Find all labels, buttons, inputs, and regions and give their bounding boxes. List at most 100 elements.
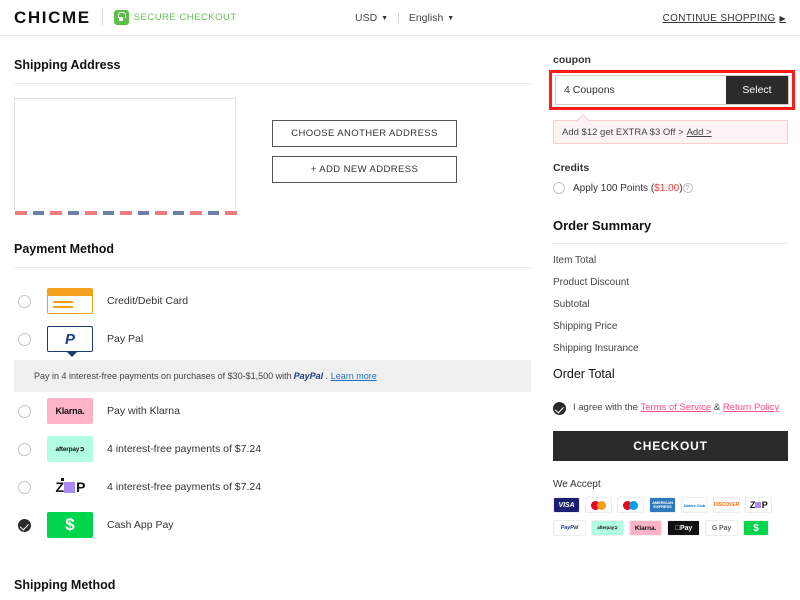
afterpay-icon: afterpay➲ [47,436,93,462]
klarna-icon: Klarna. [47,398,93,424]
radio-afterpay[interactable] [18,442,31,456]
visa-icon: VISA [553,497,580,514]
order-summary-title: Order Summary [553,218,652,233]
summary-row: Shipping Price [553,321,788,332]
header-selectors: USD ▼ | English ▼ [355,0,454,36]
airmail-dash [50,211,62,215]
zip-icon: ZP [745,497,772,514]
language-value: English [408,12,444,24]
summary-label: Product Discount [553,277,630,288]
radio-paypal[interactable] [18,332,31,346]
apply-points-prefix: Apply 100 Points ( [573,182,655,194]
summary-label: Shipping Insurance [553,343,639,354]
diners-club-icon: Diners Club [681,497,708,514]
afterpay-icon: afterpay➲ [591,520,624,537]
airmail-dashes [15,211,237,215]
apple-pay-icon: Pay [667,520,700,537]
promo-add-link[interactable]: Add > [687,127,712,138]
coupon-input[interactable] [556,76,726,104]
payment-option-zip[interactable]: ZP 4 interest-free payments of $7.24 [14,468,531,506]
coupon-label: coupon [553,54,591,66]
summary-label: Item Total [553,255,597,266]
shipping-address-title: Shipping Address [14,58,121,72]
summary-label: Shipping Price [553,321,618,332]
paypal-paylater-banner: Pay in 4 interest-free payments on purch… [14,360,531,392]
header-divider [101,9,103,26]
radio-cash-app[interactable] [18,518,31,532]
zip-icon: ZP [47,474,93,500]
page-fade-overlay [0,590,545,600]
paypal-banner-brand: PayPal [293,371,324,381]
summary-row: Product Discount [553,277,788,288]
accepted-payments-row-2: PayPal afterpay➲ Klarna. Pay G Pay $ [553,520,788,537]
agree-prefix: I agree with the [573,402,638,413]
payment-method-title: Payment Method [14,242,115,256]
currency-selector[interactable]: USD ▼ [355,12,388,24]
radio-apply-points[interactable] [553,182,565,194]
order-total-label: Order Total [553,367,615,381]
brand-logo[interactable]: CHICME [14,8,91,28]
radio-zip[interactable] [18,480,31,494]
divider [553,243,788,244]
return-policy-link[interactable]: Return Policy [723,402,780,413]
payment-option-afterpay[interactable]: afterpay➲ 4 interest-free payments of $7… [14,430,531,468]
paypal-banner-period: . [325,371,328,381]
checkout-page: Shipping Address CHOOSE ANOTHER ADDRESS … [0,36,800,544]
paypal-icon: P [47,326,93,357]
summary-label: Subtotal [553,299,590,310]
language-selector[interactable]: English ▼ [409,12,454,24]
address-card[interactable] [14,98,237,215]
checkout-button[interactable]: CHECKOUT [553,431,788,462]
secure-checkout-label: SECURE CHECKOUT [133,12,237,23]
payment-option-paypal[interactable]: P Pay Pal [14,320,531,358]
payment-option-label: Pay Pal [107,333,144,345]
payment-option-credit-card[interactable]: Credit/Debit Card [14,282,531,320]
payment-option-label: 4 interest-free payments of $7.24 [107,443,262,455]
help-icon[interactable]: ? [682,182,693,193]
agree-amp: & [713,402,721,413]
google-pay-icon: G Pay [705,520,738,537]
divider [14,83,531,84]
airmail-dash [67,211,80,215]
apply-points-row[interactable]: Apply 100 Points ($1.00)? [553,182,788,194]
divider [14,267,531,268]
continue-shopping-link[interactable]: CONTINUE SHOPPING ▶ [663,0,786,36]
chevron-down-icon: ▼ [381,14,389,22]
apply-points-label: Apply 100 Points ($1.00)? [573,182,693,194]
mastercard-icon [585,497,612,514]
add-new-address-button[interactable]: + ADD NEW ADDRESS [272,156,457,183]
airmail-dash [85,211,97,215]
arrow-right-icon: ▶ [779,13,786,23]
summary-row: Item Total [553,255,788,266]
chevron-down-icon: ▼ [447,14,455,22]
shipping-address-section: CHOOSE ANOTHER ADDRESS + ADD NEW ADDRESS [14,98,531,215]
radio-klarna[interactable] [18,404,31,418]
terms-agreement[interactable]: I agree with the Terms of Service & Retu… [553,401,788,415]
order-total-row: Order Total [553,367,788,381]
airmail-dash [32,211,45,215]
payment-option-klarna[interactable]: Klarna. Pay with Klarna [14,392,531,430]
payment-method-list: Credit/Debit Card P Pay Pal Pay in 4 int… [14,282,531,544]
airmail-dash [102,211,115,215]
paypal-banner-text: Pay in 4 interest-free payments on purch… [34,371,292,381]
klarna-icon: Klarna. [629,520,662,537]
credit-card-icon [47,288,93,314]
choose-another-address-button[interactable]: CHOOSE ANOTHER ADDRESS [272,120,457,147]
payment-option-cash-app[interactable]: $ Cash App Pay [14,506,531,544]
credits-title: Credits [553,162,590,174]
paypal-learn-more-link[interactable]: Learn more [331,371,377,381]
coupon-select-button[interactable]: Select [726,76,788,104]
coupon-field-group: Select [549,70,795,110]
summary-row: Subtotal [553,299,788,310]
apply-points-amount: $1.00 [654,182,680,194]
maestro-icon [617,497,644,514]
terms-of-service-link[interactable]: Terms of Service [640,402,711,413]
agree-checkbox[interactable] [553,402,566,415]
radio-credit-card[interactable] [18,294,31,308]
currency-value: USD [355,12,378,24]
airmail-dash [137,211,150,215]
airmail-dash [172,211,185,215]
address-actions: CHOOSE ANOTHER ADDRESS + ADD NEW ADDRESS [272,98,457,210]
payment-method-section: Payment Method Credit/Debit Card P Pay P… [14,242,531,544]
order-sidebar: coupon Select Add $12 get EXTRA $3 Off >… [545,36,800,544]
